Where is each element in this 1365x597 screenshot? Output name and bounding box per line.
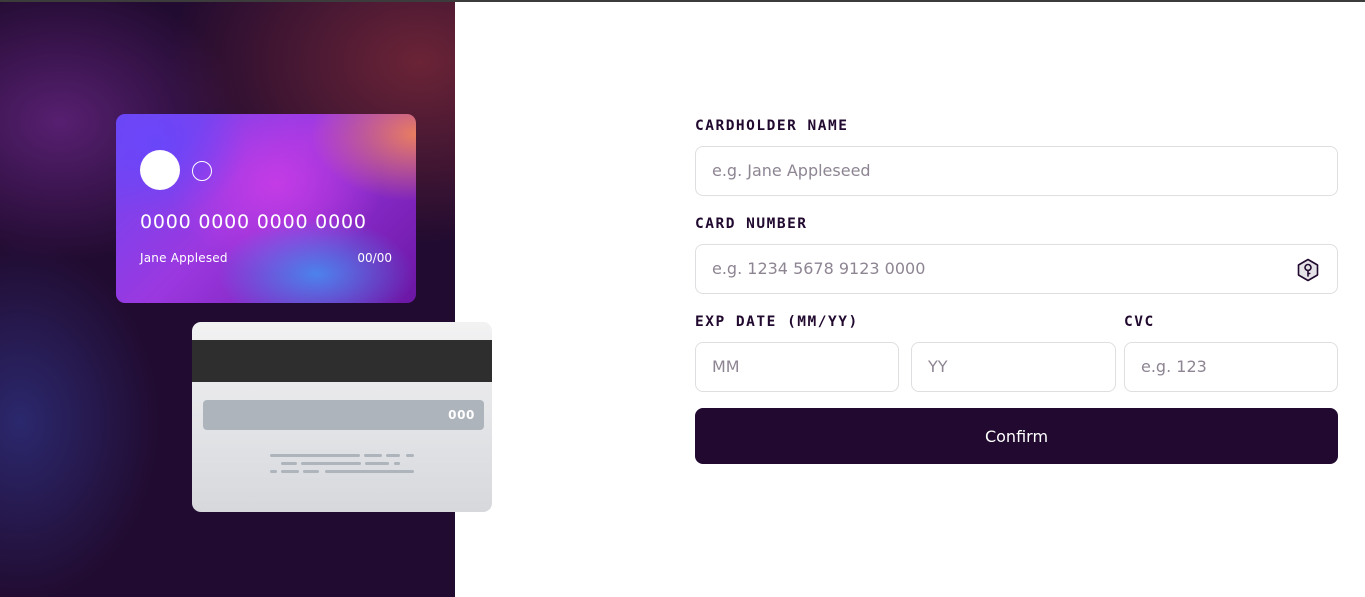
card-number-input[interactable]: e.g. 1234 5678 9123 0000 xyxy=(695,244,1338,294)
key-icon xyxy=(1297,258,1319,282)
cvc-label: CVC xyxy=(1124,314,1155,330)
exp-date-group: EXP DATE (MM/YY) MM YY xyxy=(695,312,1116,392)
exp-year-input[interactable]: YY xyxy=(911,342,1116,392)
exp-date-label: EXP DATE (MM/YY) xyxy=(695,314,859,330)
cvc-group: CVC e.g. 123 xyxy=(1124,312,1338,392)
exp-month-input[interactable]: MM xyxy=(695,342,899,392)
cardholder-name-label: CARDHOLDER NAME xyxy=(695,118,849,134)
card-back: 000 xyxy=(192,322,492,512)
cvc-placeholder: e.g. 123 xyxy=(1141,357,1207,376)
cardholder-name-placeholder: e.g. Jane Appleseed xyxy=(712,161,871,180)
card-number-group: CARD NUMBER e.g. 1234 5678 9123 0000 xyxy=(695,214,1338,294)
card-number-label: CARD NUMBER xyxy=(695,216,808,232)
cardholder-name-group: CARDHOLDER NAME e.g. Jane Appleseed xyxy=(695,116,1338,196)
card-logo-ring-icon xyxy=(192,161,212,181)
cvc-input[interactable]: e.g. 123 xyxy=(1124,342,1338,392)
card-expiry-display: 00/00 xyxy=(357,251,392,265)
magnetic-strip xyxy=(192,340,492,382)
card-logo-circle-icon xyxy=(140,150,180,190)
signature-strip: 000 xyxy=(203,400,484,430)
exp-month-placeholder: MM xyxy=(712,357,740,376)
confirm-button[interactable]: Confirm xyxy=(695,408,1338,464)
card-cvc-display: 000 xyxy=(448,408,475,422)
cardholder-name-input[interactable]: e.g. Jane Appleseed xyxy=(695,146,1338,196)
card-number-display: 0000 0000 0000 0000 xyxy=(140,211,367,233)
card-number-placeholder: e.g. 1234 5678 9123 0000 xyxy=(712,259,926,278)
cardholder-name-display: Jane Applesed xyxy=(140,251,228,265)
exp-year-placeholder: YY xyxy=(928,357,948,376)
card-fine-print xyxy=(270,454,418,478)
card-front: 0000 0000 0000 0000 Jane Applesed 00/00 xyxy=(116,114,416,303)
